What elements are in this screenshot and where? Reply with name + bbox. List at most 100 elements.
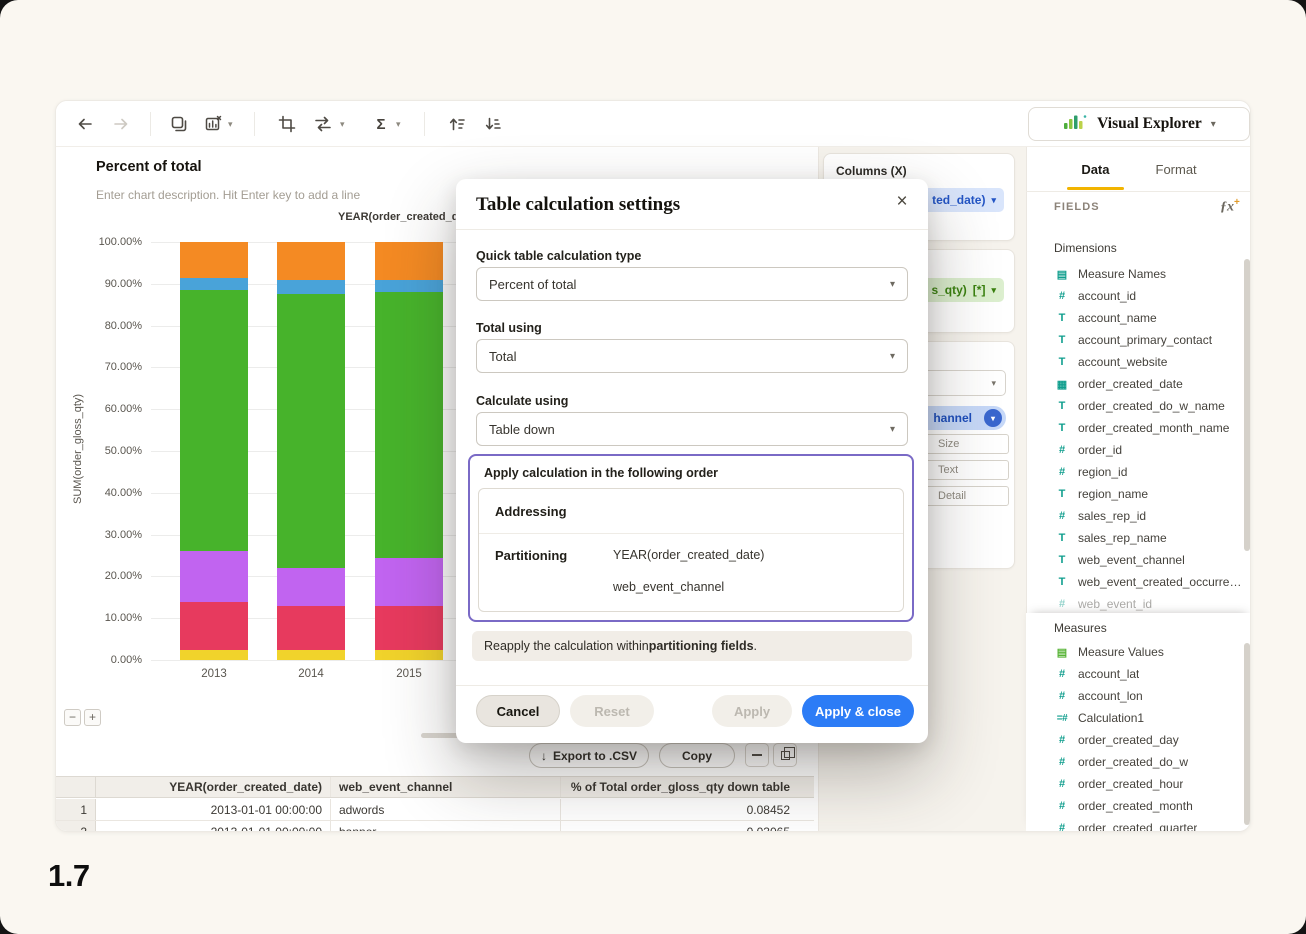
bar-segment-orange[interactable] <box>180 242 248 278</box>
bar-segment-crimson[interactable] <box>277 605 345 650</box>
field-item[interactable]: ▤ Measure Values <box>1040 641 1244 663</box>
field-item[interactable]: # order_created_hour <box>1040 773 1244 795</box>
export-csv-button[interactable]: ↓ Export to .CSV <box>529 743 649 768</box>
chevron-down-icon[interactable]: ▾ <box>396 119 401 130</box>
zoom-in-button[interactable]: + <box>84 709 101 726</box>
sort-descending-icon[interactable] <box>484 115 502 133</box>
measures-scrollbar[interactable] <box>1244 643 1250 825</box>
table-row[interactable]: 2 2013-01-01 00:00:00 banner 0.03065 <box>56 821 814 831</box>
field-item[interactable]: # order_created_month <box>1040 795 1244 817</box>
calc-type-select[interactable]: Percent of total ▾ <box>476 267 908 301</box>
bar-segment-crimson[interactable] <box>180 601 248 650</box>
bar-segment-yellow[interactable] <box>375 649 443 660</box>
aggregate-sigma-icon[interactable]: Σ <box>372 115 390 133</box>
swap-axes-icon[interactable] <box>314 115 332 133</box>
column-header[interactable]: % of Total order_gloss_qty down table <box>561 777 814 797</box>
field-item[interactable]: # sales_rep_id <box>1040 505 1244 527</box>
field-item[interactable]: T order_created_do_w_name <box>1040 395 1244 417</box>
bar-segment-blue[interactable] <box>277 279 345 295</box>
close-icon[interactable]: × <box>890 190 914 214</box>
bar-segment-orange[interactable] <box>277 242 345 280</box>
chevron-down-icon[interactable]: ▾ <box>228 119 233 130</box>
field-item[interactable]: # order_created_quarter <box>1040 817 1244 831</box>
visual-explorer-label: Visual Explorer <box>1097 115 1202 132</box>
field-item[interactable]: T order_created_month_name <box>1040 417 1244 439</box>
bar-segment-blue[interactable] <box>180 277 248 291</box>
field-item[interactable]: # order_created_do_w <box>1040 751 1244 773</box>
field-item[interactable]: T web_event_created_occurred... <box>1040 571 1244 593</box>
row-number-header[interactable] <box>56 777 96 797</box>
y-axis-tick-label: 10.00% <box>104 612 142 625</box>
chart-description-placeholder[interactable]: Enter chart description. Hit Enter key t… <box>96 188 360 202</box>
tab-format[interactable]: Format <box>1156 162 1197 177</box>
partitioning-field[interactable]: web_event_channel <box>613 580 724 594</box>
field-item[interactable]: # account_lat <box>1040 663 1244 685</box>
field-label: order_created_hour <box>1078 777 1184 791</box>
field-type-icon: # <box>1058 290 1066 302</box>
apply-button[interactable]: Apply <box>712 695 792 727</box>
dimensions-list: ▤ Measure Names # account_id T account_n… <box>1040 263 1244 615</box>
field-item[interactable]: T account_website <box>1040 351 1244 373</box>
field-item[interactable]: T web_event_channel <box>1040 549 1244 571</box>
cancel-button[interactable]: Cancel <box>476 695 560 727</box>
chart-title[interactable]: Percent of total <box>96 159 202 175</box>
partitioning-field[interactable]: YEAR(order_created_date) <box>613 548 764 562</box>
column-header[interactable]: YEAR(order_created_date) <box>96 777 331 797</box>
forward-icon[interactable] <box>112 115 130 133</box>
duplicate-chart-icon[interactable] <box>170 115 188 133</box>
sort-ascending-icon[interactable] <box>448 115 466 133</box>
bar-segment-purple[interactable] <box>375 557 443 606</box>
field-item[interactable]: =# Calculation1 <box>1040 707 1244 729</box>
back-icon[interactable] <box>76 115 94 133</box>
chevron-down-icon[interactable]: ▾ <box>340 119 345 130</box>
field-item[interactable]: # order_id <box>1040 439 1244 461</box>
bar-segment-green[interactable] <box>375 292 443 558</box>
field-item[interactable]: T sales_rep_name <box>1040 527 1244 549</box>
visual-explorer-switcher[interactable]: Visual Explorer ▾ <box>1028 107 1250 141</box>
add-calculation-button[interactable]: ƒx+ <box>1220 197 1240 216</box>
stacked-bar-2013[interactable] <box>180 242 248 660</box>
stacked-bar-2015[interactable] <box>375 242 443 660</box>
table-row[interactable]: 1 2013-01-01 00:00:00 adwords 0.08452 <box>56 799 814 821</box>
crop-icon[interactable] <box>278 115 296 133</box>
tab-data[interactable]: Data <box>1067 162 1124 190</box>
field-item[interactable]: # account_id <box>1040 285 1244 307</box>
field-item[interactable]: T account_name <box>1040 307 1244 329</box>
bar-segment-blue[interactable] <box>375 279 443 293</box>
field-item[interactable]: T account_primary_contact <box>1040 329 1244 351</box>
bar-segment-purple[interactable] <box>277 568 345 606</box>
bar-segment-purple[interactable] <box>180 551 248 602</box>
minimize-table-button[interactable] <box>745 743 769 767</box>
clear-chart-icon[interactable] <box>204 115 222 133</box>
bar-segment-yellow[interactable] <box>180 649 248 660</box>
dimensions-label: Dimensions <box>1054 241 1117 255</box>
maximize-table-button[interactable] <box>773 743 797 767</box>
total-using-select[interactable]: Total ▾ <box>476 339 908 373</box>
chevron-down-icon[interactable]: ▾ <box>984 409 1002 427</box>
copy-button[interactable]: Copy <box>659 743 735 768</box>
fields-section-label: FIELDS <box>1054 201 1100 213</box>
bar-segment-green[interactable] <box>277 294 345 569</box>
reset-button[interactable]: Reset <box>570 695 654 727</box>
pill-label-fragment: ted_date) <box>932 193 986 207</box>
field-item[interactable]: # order_created_day <box>1040 729 1244 751</box>
bar-segment-orange[interactable] <box>375 242 443 280</box>
field-item[interactable]: ▤ Measure Names <box>1040 263 1244 285</box>
field-label: account_name <box>1078 311 1157 325</box>
column-header[interactable]: web_event_channel <box>331 777 561 797</box>
field-item[interactable]: # web_event_id <box>1040 593 1244 615</box>
bar-segment-crimson[interactable] <box>375 605 443 650</box>
zoom-out-button[interactable]: − <box>64 709 81 726</box>
calculate-using-select[interactable]: Table down ▾ <box>476 412 908 446</box>
stacked-bar-2014[interactable] <box>277 242 345 660</box>
bar-segment-green[interactable] <box>180 290 248 552</box>
field-item[interactable]: # region_id <box>1040 461 1244 483</box>
partitioning-note: Reapply the calculation within partition… <box>472 631 912 661</box>
dimensions-scrollbar[interactable] <box>1244 259 1250 551</box>
chevron-down-icon: ▾ <box>991 377 996 388</box>
field-item[interactable]: # account_lon <box>1040 685 1244 707</box>
apply-and-close-button[interactable]: Apply & close <box>802 695 914 727</box>
field-item[interactable]: ▦ order_created_date <box>1040 373 1244 395</box>
field-item[interactable]: T region_name <box>1040 483 1244 505</box>
bar-segment-yellow[interactable] <box>277 649 345 660</box>
